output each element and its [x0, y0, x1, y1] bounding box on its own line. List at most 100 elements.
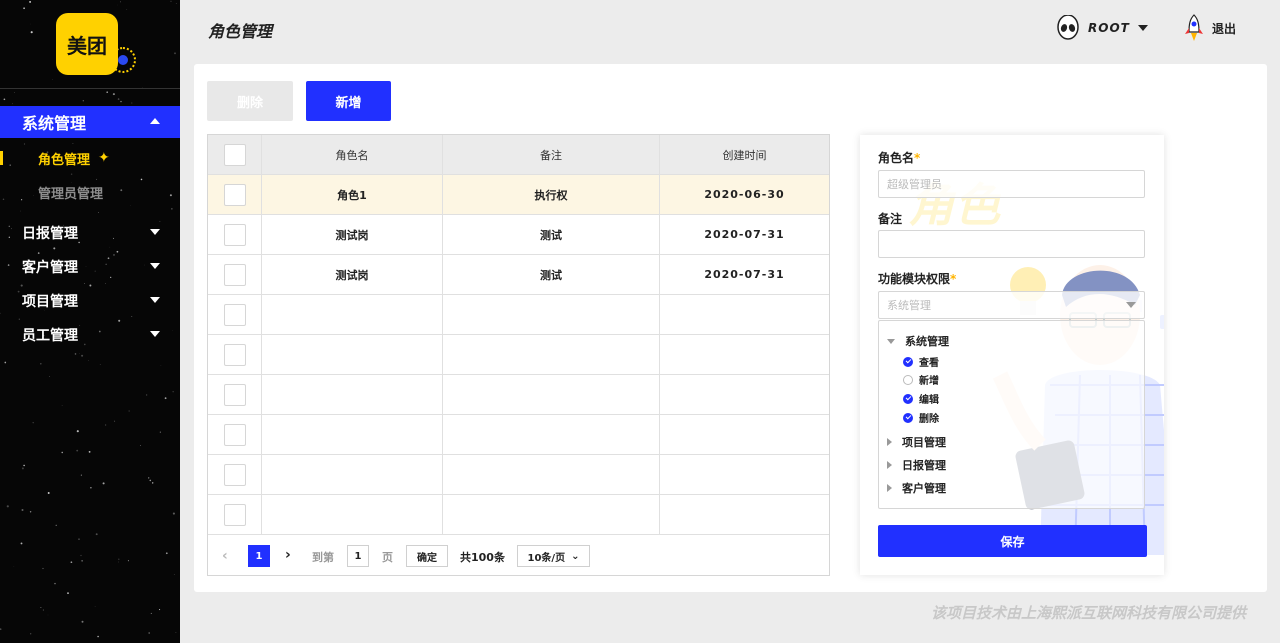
cell-note: 测试: [443, 255, 660, 294]
checked-icon: [903, 412, 913, 423]
page-current[interactable]: 1: [248, 545, 270, 567]
cell-note: [443, 415, 660, 454]
permission-select[interactable]: 系统管理: [878, 291, 1145, 319]
logout-button[interactable]: 退出: [1184, 14, 1236, 42]
tree-leaf-add[interactable]: 新增: [903, 372, 939, 387]
required-mark: *: [914, 151, 921, 165]
tree-leaf-delete[interactable]: 删除: [903, 410, 939, 425]
chevron-down-icon: [150, 297, 160, 303]
nav-group-staff[interactable]: 员工管理: [0, 319, 180, 351]
column-header-name[interactable]: 角色名: [262, 135, 443, 174]
tree-node-project[interactable]: 项目管理: [887, 434, 946, 450]
cell-created: 2020-07-31: [704, 268, 785, 281]
caret-down-icon: [887, 338, 895, 344]
table-row[interactable]: [208, 415, 829, 455]
row-checkbox[interactable]: [223, 263, 246, 286]
table-row[interactable]: [208, 495, 829, 535]
cell-note: [443, 295, 660, 334]
chevron-down-icon: [1126, 302, 1136, 308]
table-row[interactable]: 角色1 执行权 2020-06-30: [208, 175, 829, 215]
row-checkbox[interactable]: [223, 383, 246, 406]
role-table: 角色名 备注 创建时间 角色1 执行权 2020-06-30 测试岗 测试 2020-07…: [207, 134, 830, 576]
table-row[interactable]: [208, 335, 829, 375]
pagination: ‹ 1 › 到第 1 页 确定 共100条 10条/页 ⌄: [208, 536, 829, 576]
table-header-row: 角色名 备注 创建时间: [208, 135, 829, 175]
column-header-created[interactable]: 创建时间: [660, 135, 829, 174]
nav-group-customer[interactable]: 客户管理: [0, 251, 180, 283]
nav-group-project[interactable]: 项目管理: [0, 285, 180, 317]
tree-node-label: 日报管理: [902, 459, 946, 472]
chevron-down-icon: [1137, 25, 1148, 31]
chevron-right-icon[interactable]: ›: [285, 547, 291, 563]
cell-created: 2020-06-30: [704, 188, 785, 201]
table-row[interactable]: [208, 455, 829, 495]
permission-label: 功能模块权限*: [878, 270, 956, 287]
cell-name: [262, 295, 443, 334]
checked-icon: [903, 356, 913, 367]
sidebar-item-admin[interactable]: 管理员管理: [0, 178, 180, 206]
select-all-checkbox[interactable]: [223, 143, 246, 166]
tree-node-label: 系统管理: [905, 335, 949, 348]
row-checkbox-cell: [208, 295, 262, 334]
row-checkbox-cell: [208, 255, 262, 294]
page-size-select[interactable]: 10条/页 ⌄: [517, 545, 590, 567]
permission-label-text: 功能模块权限: [878, 272, 951, 286]
required-mark: *: [950, 272, 957, 286]
total-count: 共100条: [460, 551, 505, 564]
nav-group-daily[interactable]: 日报管理: [0, 217, 180, 249]
chevron-down-icon: [150, 229, 160, 235]
table-row[interactable]: 测试岗 测试 2020-07-31: [208, 255, 829, 295]
tree-leaf-view[interactable]: 查看: [903, 354, 939, 369]
row-checkbox[interactable]: [223, 463, 246, 486]
tree-node-label: 客户管理: [902, 482, 946, 495]
nav-group-system[interactable]: 系统管理: [0, 106, 180, 138]
row-checkbox-cell: [208, 175, 262, 214]
logout-label: 退出: [1212, 21, 1237, 36]
delete-button[interactable]: 删除: [207, 81, 293, 121]
logo-mark: 美团: [56, 13, 118, 75]
tree-node-customer[interactable]: 客户管理: [887, 480, 946, 496]
row-checkbox[interactable]: [223, 183, 246, 206]
row-checkbox-cell: [208, 455, 262, 494]
nav-group-label: 系统管理: [22, 114, 87, 133]
role-name-label: 角色名*: [878, 149, 920, 166]
chevron-left-icon[interactable]: ‹: [222, 548, 228, 564]
row-checkbox[interactable]: [223, 303, 246, 326]
note-label: 备注: [878, 212, 903, 226]
user-menu[interactable]: ROOT: [1056, 15, 1148, 41]
row-checkbox[interactable]: [223, 503, 246, 526]
alien-avatar-icon: [1057, 15, 1079, 40]
cell-created: [660, 375, 829, 414]
goto-confirm-button[interactable]: 确定: [406, 545, 448, 567]
goto-page-input[interactable]: 1: [347, 545, 369, 567]
header-checkbox-cell: [208, 135, 262, 174]
role-name-label-text: 角色名: [878, 151, 915, 165]
nav-group-label: 项目管理: [22, 294, 78, 310]
unchecked-icon: [903, 374, 913, 385]
row-checkbox[interactable]: [223, 343, 246, 366]
planet-icon: [110, 47, 136, 73]
cell-created: [660, 335, 829, 374]
sidebar-item-role[interactable]: 角色管理 ✦: [0, 144, 180, 172]
row-checkbox[interactable]: [223, 423, 246, 446]
checked-icon: [903, 393, 913, 404]
add-button[interactable]: 新增: [306, 81, 391, 121]
rocket-icon: [1185, 14, 1203, 41]
table-row[interactable]: [208, 375, 829, 415]
sidebar: 美团 系统管理 角色管理 ✦ 管理员管理 日报管理 客户管理 项目管理 员工管理: [0, 0, 180, 643]
note-input[interactable]: [878, 230, 1145, 258]
column-header-note[interactable]: 备注: [443, 135, 660, 174]
table-row[interactable]: 测试岗 测试 2020-07-31: [208, 215, 829, 255]
role-name-input[interactable]: 超级管理员: [878, 170, 1145, 198]
nav-group-label: 员工管理: [22, 328, 78, 344]
cell-name: 测试岗: [262, 215, 443, 254]
tree-node-daily[interactable]: 日报管理: [887, 457, 946, 473]
table-row[interactable]: [208, 295, 829, 335]
tree-leaf-edit[interactable]: 编辑: [903, 391, 939, 406]
save-button[interactable]: 保存: [878, 525, 1147, 557]
page-title: 角色管理: [208, 22, 273, 41]
tree-node-system[interactable]: 系统管理: [887, 333, 949, 349]
row-checkbox[interactable]: [223, 223, 246, 246]
cell-note: [443, 335, 660, 374]
chevron-down-icon: [150, 331, 160, 337]
